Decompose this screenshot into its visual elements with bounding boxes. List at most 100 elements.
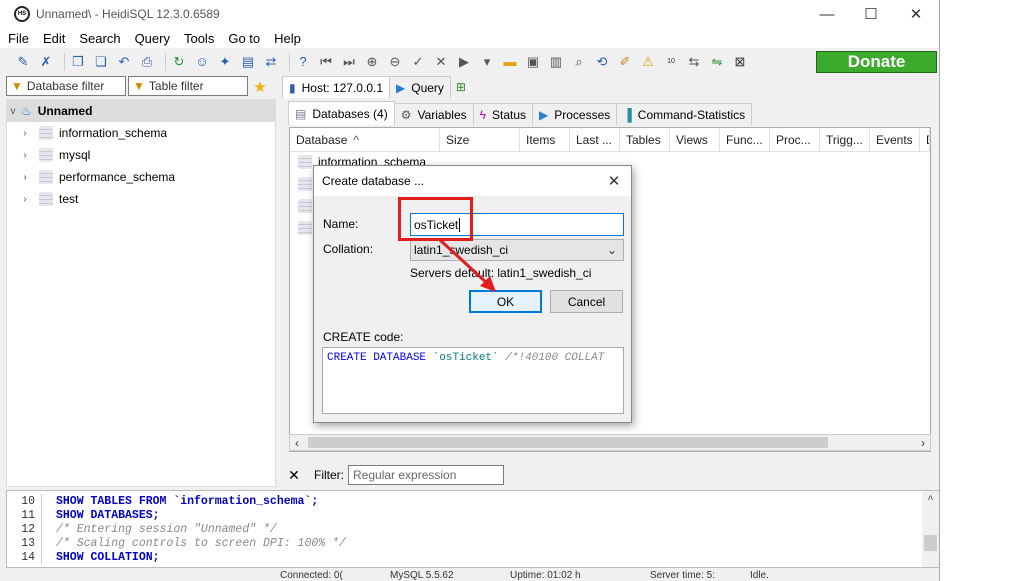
grid-filter-input[interactable]: Regular expression bbox=[348, 465, 504, 485]
copy-icon[interactable]: ❐ bbox=[69, 53, 87, 71]
first-record-icon[interactable]: ⏮ bbox=[317, 53, 335, 71]
menu-tools[interactable]: Tools bbox=[178, 31, 220, 46]
cancel-button[interactable]: Cancel bbox=[550, 290, 623, 313]
chevron-right-icon[interactable]: › bbox=[19, 172, 31, 183]
tab-host[interactable]: ▮ Host: 127.0.0.1 bbox=[282, 76, 390, 98]
scrollbar-thumb[interactable] bbox=[924, 535, 937, 551]
scrollbar-thumb[interactable] bbox=[308, 437, 828, 448]
bar-chart-icon: ▐ bbox=[623, 107, 632, 122]
export-icon[interactable]: ▤ bbox=[239, 53, 257, 71]
tree-item-test[interactable]: › test bbox=[19, 188, 78, 210]
tab-status[interactable]: ϟ Status bbox=[472, 103, 534, 125]
transfer-icon[interactable]: ⇄ bbox=[262, 53, 280, 71]
toolbar-separator bbox=[64, 52, 65, 71]
undo-icon[interactable]: ↶ bbox=[115, 53, 133, 71]
disconnect-icon[interactable]: ✗ bbox=[37, 53, 55, 71]
warning-icon[interactable]: ⚠ bbox=[639, 53, 657, 71]
filter-icon: ▼ bbox=[133, 79, 145, 93]
star-icon[interactable]: ★ bbox=[248, 76, 272, 98]
menu-help[interactable]: Help bbox=[268, 31, 307, 46]
last-record-icon[interactable]: ⏭ bbox=[340, 53, 358, 71]
column-header-views[interactable]: Views bbox=[670, 128, 720, 152]
column-header-triggers[interactable]: Trigg... bbox=[820, 128, 870, 152]
user-manager-icon[interactable]: ☺ bbox=[193, 53, 211, 71]
tab-databases[interactable]: ▤ Databases (4) bbox=[288, 101, 395, 125]
host-tabs: ▮ Host: 127.0.0.1 ▶ Query ⊞ bbox=[282, 76, 472, 98]
delete-record-icon[interactable]: ⊖ bbox=[386, 53, 404, 71]
tab-command-statistics[interactable]: ▐ Command-Statistics bbox=[616, 103, 753, 125]
scroll-right-icon[interactable]: › bbox=[916, 436, 930, 450]
format-sql-icon[interactable]: ✐ bbox=[616, 53, 634, 71]
find-icon[interactable]: ⌕ bbox=[570, 53, 588, 71]
tab-host-label: Host: 127.0.0.1 bbox=[301, 80, 383, 95]
help-icon[interactable]: ? bbox=[294, 53, 312, 71]
menu-search[interactable]: Search bbox=[73, 31, 126, 46]
sync-icon[interactable]: ⇋ bbox=[708, 53, 726, 71]
close-filter-icon[interactable]: ✕ bbox=[283, 467, 305, 484]
log-vertical-scrollbar[interactable]: ^ bbox=[922, 491, 939, 567]
tree-item-information-schema[interactable]: › information_schema bbox=[19, 122, 167, 144]
connect-icon[interactable]: ✎ bbox=[14, 53, 32, 71]
filter-bar-left: ▼ Database filter ▼ Table filter ★ bbox=[6, 76, 276, 98]
tree-item-performance-schema[interactable]: › performance_schema bbox=[19, 166, 175, 188]
column-header-items[interactable]: Items bbox=[520, 128, 570, 152]
print-icon[interactable]: ⎙ bbox=[138, 53, 156, 71]
create-code-preview[interactable]: CREATE DATABASE `osTicket` /*!40100 COLL… bbox=[322, 347, 624, 414]
maintenance-icon[interactable]: ✦ bbox=[216, 53, 234, 71]
table-filter-input[interactable]: ▼ Table filter bbox=[128, 76, 248, 96]
column-header-database[interactable]: Database ^ bbox=[290, 128, 440, 152]
column-header-functions[interactable]: Func... bbox=[720, 128, 770, 152]
code-comment: /*!40100 COLLAT bbox=[505, 352, 605, 364]
column-header-last[interactable]: Last ... bbox=[570, 128, 620, 152]
tree-item-mysql[interactable]: › mysql bbox=[19, 144, 90, 166]
save-all-icon[interactable]: ▥ bbox=[547, 53, 565, 71]
tab-variables[interactable]: ⚙ Variables bbox=[393, 103, 474, 125]
save-icon[interactable]: ▣ bbox=[524, 53, 542, 71]
refresh-icon[interactable]: ↻ bbox=[170, 53, 188, 71]
close-button[interactable]: ✕ bbox=[893, 0, 939, 28]
stop-icon[interactable]: ⊠ bbox=[731, 53, 749, 71]
new-tab-icon[interactable]: ⊞ bbox=[450, 80, 472, 94]
dialog-close-button[interactable]: ✕ bbox=[603, 170, 625, 192]
add-record-icon[interactable]: ⊕ bbox=[363, 53, 381, 71]
chevron-right-icon[interactable]: › bbox=[19, 150, 31, 161]
wrap-icon[interactable]: ⇆ bbox=[685, 53, 703, 71]
open-folder-icon[interactable]: ▬ bbox=[501, 53, 519, 71]
database-filter-input[interactable]: ▼ Database filter bbox=[6, 76, 126, 96]
tab-processes[interactable]: ▶ Processes bbox=[532, 103, 618, 125]
column-header-default[interactable]: D bbox=[920, 128, 930, 152]
database-tree[interactable]: v ♨ Unnamed › information_schema › mysql… bbox=[6, 99, 276, 487]
menu-query[interactable]: Query bbox=[129, 31, 176, 46]
column-header-procedures[interactable]: Proc... bbox=[770, 128, 820, 152]
scroll-up-icon[interactable]: ^ bbox=[922, 495, 939, 506]
menu-goto[interactable]: Go to bbox=[222, 31, 266, 46]
column-header-events[interactable]: Events bbox=[870, 128, 920, 152]
column-header-tables[interactable]: Tables bbox=[620, 128, 670, 152]
menu-file[interactable]: File bbox=[2, 31, 35, 46]
database-filter-placeholder: Database filter bbox=[26, 79, 105, 93]
paste-icon[interactable]: ❏ bbox=[92, 53, 110, 71]
chevron-right-icon[interactable]: › bbox=[19, 194, 31, 205]
tree-root[interactable]: v ♨ Unnamed bbox=[7, 100, 275, 122]
grid-horizontal-scrollbar[interactable]: ‹ › bbox=[289, 434, 931, 451]
gutter-separator bbox=[41, 508, 42, 522]
title-bar: HS Unnamed\ - HeidiSQL 12.3.0.6589 — ☐ ✕ bbox=[0, 0, 939, 28]
maximize-button[interactable]: ☐ bbox=[848, 0, 894, 28]
scroll-left-icon[interactable]: ‹ bbox=[290, 436, 304, 450]
menu-edit[interactable]: Edit bbox=[37, 31, 71, 46]
tab-query[interactable]: ▶ Query bbox=[389, 76, 451, 98]
post-record-icon[interactable]: ✓ bbox=[409, 53, 427, 71]
run-query-icon[interactable]: ▶ bbox=[455, 53, 473, 71]
chevron-right-icon[interactable]: › bbox=[19, 128, 31, 139]
sql-log[interactable]: 10 SHOW TABLES FROM `information_schema`… bbox=[6, 490, 939, 568]
donate-button[interactable]: Donate bbox=[816, 51, 937, 73]
gutter-separator bbox=[41, 522, 42, 536]
replace-icon[interactable]: ⟲ bbox=[593, 53, 611, 71]
minimize-button[interactable]: — bbox=[804, 0, 850, 28]
binary-icon[interactable]: 10 bbox=[662, 53, 680, 71]
chevron-down-icon[interactable]: ▾ bbox=[478, 53, 496, 71]
column-header-size[interactable]: Size bbox=[440, 128, 520, 152]
chevron-down-icon[interactable]: v bbox=[7, 106, 19, 117]
chevron-down-icon[interactable]: ⌄ bbox=[607, 243, 617, 257]
cancel-record-icon[interactable]: ✕ bbox=[432, 53, 450, 71]
